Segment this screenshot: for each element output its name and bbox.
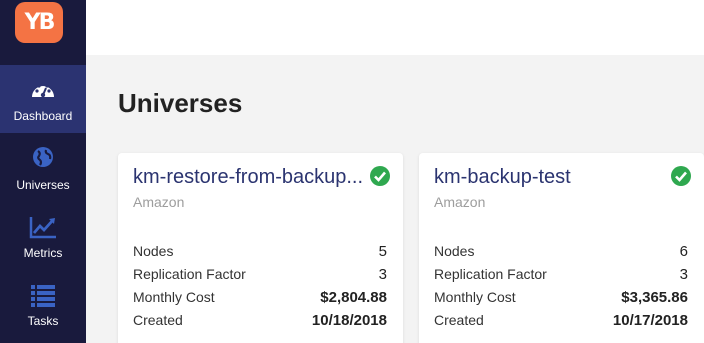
stat-row-monthly-cost: Monthly Cost $2,804.88 (133, 289, 387, 309)
dashboard-gauge-icon (32, 81, 54, 97)
stat-value: 6 (679, 243, 688, 260)
stat-row-replication-factor: Replication Factor 3 (434, 266, 688, 286)
logo-text: YB (24, 10, 56, 35)
stat-value: 10/18/2018 (311, 312, 387, 329)
stat-value: 5 (378, 243, 387, 260)
stat-row-replication-factor: Replication Factor 3 (133, 266, 387, 286)
stat-row-nodes: Nodes 5 (133, 243, 387, 263)
sidebar-item-tasks[interactable]: Tasks (0, 270, 86, 338)
stat-label: Nodes (434, 243, 475, 259)
stat-value: $3,365.86 (621, 289, 688, 306)
stat-row-created: Created 10/18/2018 (133, 312, 387, 332)
stat-label: Nodes (133, 243, 174, 259)
universe-card[interactable]: km-restore-from-backup... Amazon Nodes 5… (118, 153, 403, 343)
check-circle-icon (671, 166, 691, 186)
stat-label: Monthly Cost (133, 289, 215, 305)
stat-value: 10/17/2018 (612, 312, 688, 329)
universe-name-link[interactable]: km-restore-from-backup... (133, 166, 363, 189)
stat-row-monthly-cost: Monthly Cost $3,365.86 (434, 289, 688, 309)
universe-name-link[interactable]: km-backup-test (434, 166, 571, 189)
page-title: Universes (118, 88, 243, 118)
task-list-icon (31, 284, 55, 307)
sidebar-item-metrics[interactable]: Metrics (0, 202, 86, 270)
stat-label: Created (434, 312, 484, 328)
stat-label: Replication Factor (434, 266, 547, 282)
globe-icon (33, 146, 53, 167)
line-chart-icon (29, 216, 56, 238)
sidebar-item-universes[interactable]: Universes (0, 134, 86, 202)
stat-row-created: Created 10/17/2018 (434, 312, 688, 332)
sidebar: YB Dashboard Universes Metrics Tasks (0, 0, 86, 343)
stat-label: Monthly Cost (434, 289, 516, 305)
stat-label: Replication Factor (133, 266, 246, 282)
yugabyte-logo[interactable]: YB (15, 2, 63, 43)
universe-provider: Amazon (133, 194, 185, 210)
top-bar (86, 0, 704, 55)
sidebar-item-dashboard[interactable]: Dashboard (0, 65, 86, 133)
universe-card[interactable]: km-backup-test Amazon Nodes 6 Replicatio… (419, 153, 704, 343)
stat-label: Created (133, 312, 183, 328)
check-circle-icon (370, 166, 390, 186)
stat-value: 3 (679, 266, 688, 283)
sidebar-item-label: Dashboard (13, 108, 73, 123)
universe-provider: Amazon (434, 194, 486, 210)
sidebar-item-label: Metrics (23, 245, 63, 260)
stat-value: 3 (378, 266, 387, 283)
sidebar-item-label: Tasks (27, 313, 59, 328)
stat-row-nodes: Nodes 6 (434, 243, 688, 263)
stat-value: $2,804.88 (320, 289, 387, 306)
sidebar-item-label: Universes (16, 177, 70, 192)
